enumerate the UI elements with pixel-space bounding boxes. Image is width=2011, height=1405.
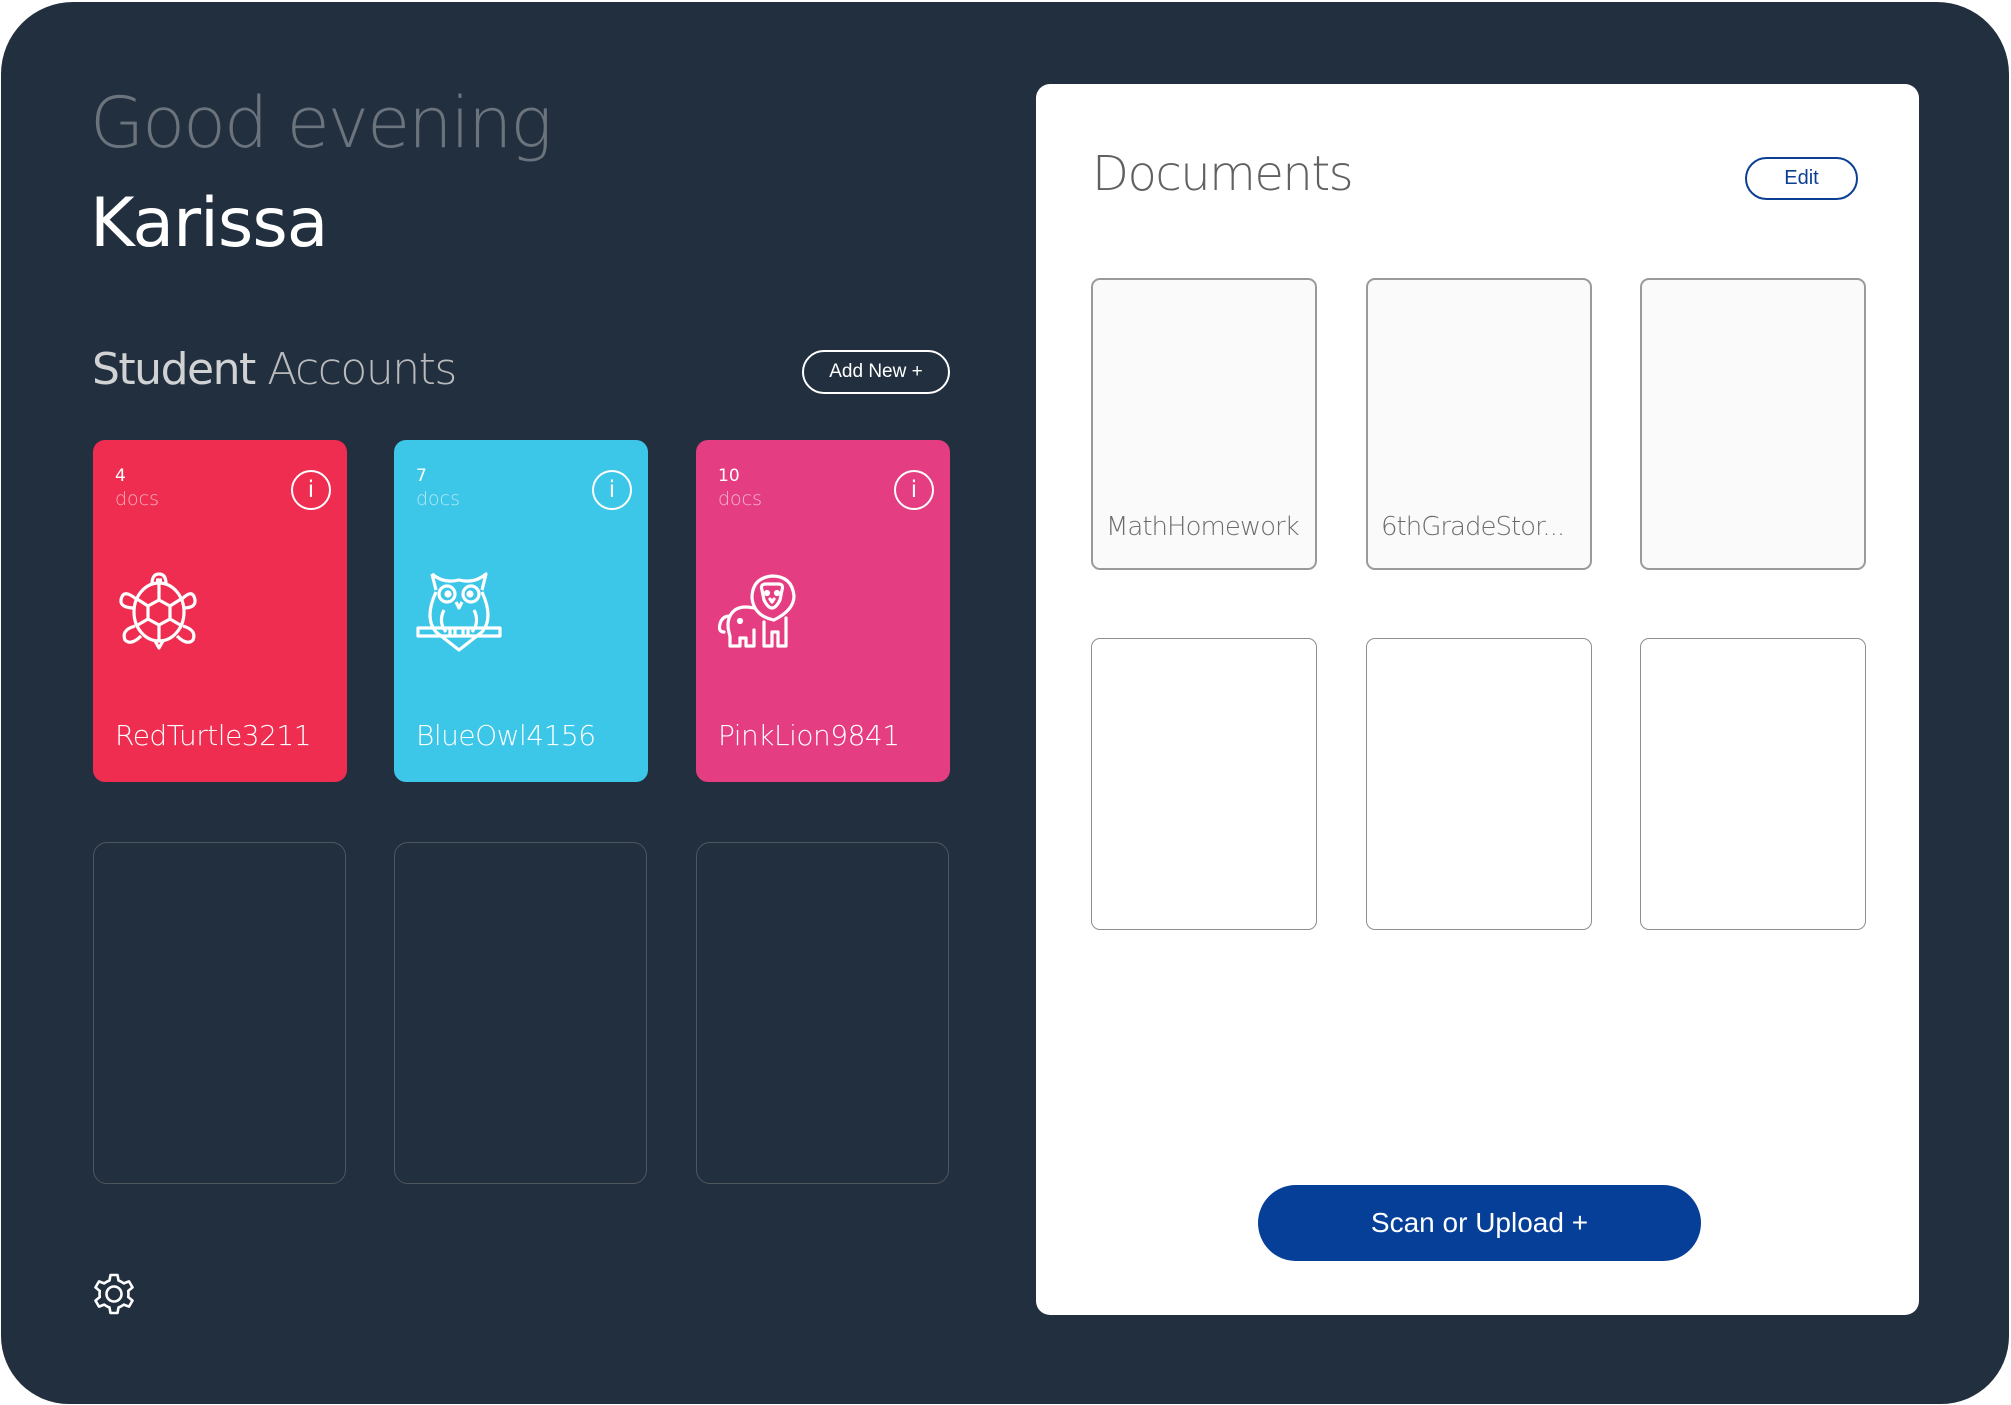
user-name: Karissa (90, 184, 328, 263)
info-icon[interactable]: i (291, 470, 331, 510)
student-name: PinkLion9841 (718, 719, 900, 752)
student-card[interactable]: 7 docs i BlueOwl4156 (394, 440, 648, 782)
lion-icon (717, 574, 796, 648)
document-card[interactable] (1091, 638, 1317, 930)
student-accounts-title: Student Accounts (92, 348, 457, 392)
document-card[interactable] (1366, 638, 1592, 930)
add-new-student-button[interactable]: Add New + (802, 350, 950, 394)
document-name: 6thGradeStor... (1381, 512, 1565, 542)
empty-student-slot[interactable] (696, 842, 949, 1184)
document-card[interactable] (1640, 278, 1866, 570)
documents-title: Documents (1092, 146, 1354, 202)
empty-student-slot[interactable] (394, 842, 647, 1184)
document-card[interactable]: MathHomework (1091, 278, 1317, 570)
info-icon[interactable]: i (592, 470, 632, 510)
student-name: BlueOwl4156 (416, 719, 596, 752)
edit-documents-button[interactable]: Edit (1745, 157, 1858, 200)
docs-label: docs (416, 488, 461, 510)
document-name: MathHomework (1106, 512, 1300, 542)
section-title-light: Accounts (267, 344, 457, 395)
greeting-text: Good evening (90, 82, 552, 164)
section-title-strong: Student (92, 344, 256, 395)
doc-count: 4 (115, 466, 126, 486)
student-name: RedTurtle3211 (115, 719, 312, 752)
turtle-icon (119, 572, 197, 650)
document-card[interactable] (1640, 638, 1866, 930)
scan-or-upload-button[interactable]: Scan or Upload + (1258, 1185, 1701, 1261)
doc-count: 7 (416, 466, 427, 486)
info-icon[interactable]: i (894, 470, 934, 510)
gear-icon[interactable] (92, 1272, 136, 1316)
doc-count: 10 (718, 466, 740, 486)
student-card[interactable]: 4 docs i RedTurtle3211 (93, 440, 347, 782)
owl-icon (416, 572, 502, 652)
docs-label: docs (115, 488, 160, 510)
document-card[interactable]: 6thGradeStor... (1366, 278, 1592, 570)
empty-student-slot[interactable] (93, 842, 346, 1184)
docs-label: docs (718, 488, 763, 510)
student-card[interactable]: 10 docs i PinkLion9841 (696, 440, 950, 782)
